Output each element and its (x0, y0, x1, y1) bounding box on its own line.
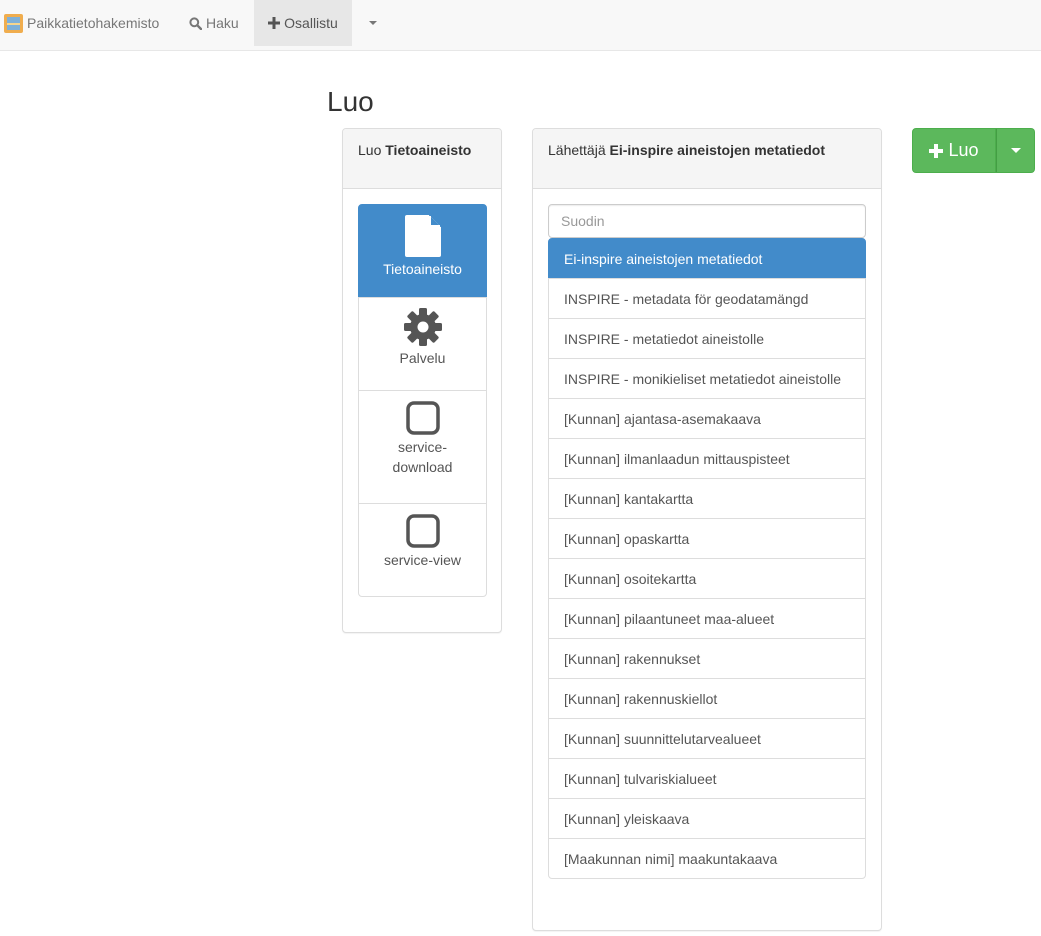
square-icon (405, 401, 440, 435)
logo-icon (4, 13, 23, 33)
template-panel-heading: Lähettäjä Ei-inspire aineistojen metatie… (533, 129, 881, 189)
type-panel-heading-prefix: Luo (358, 142, 382, 158)
plus-icon (929, 143, 944, 158)
type-list: Tietoaineisto Palvelu service-download s… (358, 204, 487, 597)
template-list: Ei-inspire aineistojen metatiedot INSPIRE… (548, 238, 866, 879)
template-list-item[interactable]: [Kunnan] rakennukset (548, 638, 866, 679)
template-list-item[interactable]: [Kunnan] osoitekartta (548, 558, 866, 599)
create-dropdown-toggle[interactable] (996, 128, 1035, 173)
template-list-item[interactable]: [Kunnan] kantakartta (548, 478, 866, 519)
template-list-item[interactable]: [Kunnan] pilaantuneet maa-alueet (548, 598, 866, 639)
type-item-palvelu[interactable]: Palvelu (358, 297, 487, 391)
template-list-item[interactable]: INSPIRE - metadata för geodatamängd (548, 278, 866, 319)
caret-down-icon (1010, 148, 1021, 153)
template-list-item[interactable]: [Kunnan] opaskartta (548, 518, 866, 559)
caret-down-icon (369, 21, 377, 25)
nav-contribute[interactable]: Osallistu (254, 0, 352, 46)
template-list-item[interactable]: [Kunnan] rakennuskiellot (548, 678, 866, 719)
type-item-label: service-view (383, 552, 461, 568)
top-navbar: Paikkatietohakemisto Haku Osallistu (0, 0, 1041, 51)
type-item-label: Tietoaineisto (383, 261, 462, 277)
template-list-item[interactable]: Ei-inspire aineistojen metatiedot (548, 238, 866, 279)
template-list-item[interactable]: [Kunnan] yleiskaava (548, 798, 866, 839)
type-item-label: Palvelu (399, 350, 446, 366)
page-title: Luo (327, 86, 374, 117)
type-panel-heading-value: Tietoaineisto (385, 142, 472, 158)
brand-link[interactable]: Paikkatietohakemisto (0, 0, 159, 46)
type-item-service-download[interactable]: service-download (358, 390, 487, 504)
type-item-label: service-download (392, 439, 453, 475)
template-list-item[interactable]: INSPIRE - monikieliset metatiedot aineis… (548, 358, 866, 399)
nav-search[interactable]: Haku (174, 0, 254, 46)
type-panel-heading: Luo Tietoaineisto (343, 129, 501, 189)
type-item-service-view[interactable]: service-view (358, 503, 487, 597)
filter-input[interactable] (548, 204, 866, 238)
template-panel-heading-prefix: Lähettäjä (548, 142, 606, 158)
template-list-item[interactable]: [Maakunnan nimi] maakuntakaava (548, 838, 866, 879)
nav-more-dropdown[interactable] (352, 0, 394, 46)
plus-icon (268, 17, 281, 29)
nav-contribute-label: Osallistu (284, 15, 338, 31)
template-list-item[interactable]: [Kunnan] suunnittelutarvealueet (548, 718, 866, 759)
type-panel: Luo Tietoaineisto Tietoaineisto Palvelu … (342, 128, 502, 633)
file-icon (404, 215, 441, 257)
type-item-tietoaineisto[interactable]: Tietoaineisto (358, 204, 487, 298)
square-icon (405, 514, 440, 548)
nav-search-label: Haku (206, 15, 239, 31)
template-list-item[interactable]: [Kunnan] tulvariskialueet (548, 758, 866, 799)
template-list-item[interactable]: INSPIRE - metatiedot aineistolle (548, 318, 866, 359)
create-button[interactable]: Luo (912, 128, 996, 173)
template-panel-heading-value: Ei-inspire aineistojen metatiedot (609, 142, 826, 158)
template-panel: Lähettäjä Ei-inspire aineistojen metatie… (532, 128, 882, 931)
search-icon (189, 16, 202, 30)
brand-label: Paikkatietohakemisto (27, 15, 160, 31)
create-button-group: Luo (912, 128, 1035, 173)
create-button-label: Luo (948, 140, 979, 160)
template-list-item[interactable]: [Kunnan] ilmanlaadun mittauspisteet (548, 438, 866, 479)
template-list-item[interactable]: [Kunnan] ajantasa-asemakaava (548, 398, 866, 439)
gear-icon (403, 308, 442, 346)
